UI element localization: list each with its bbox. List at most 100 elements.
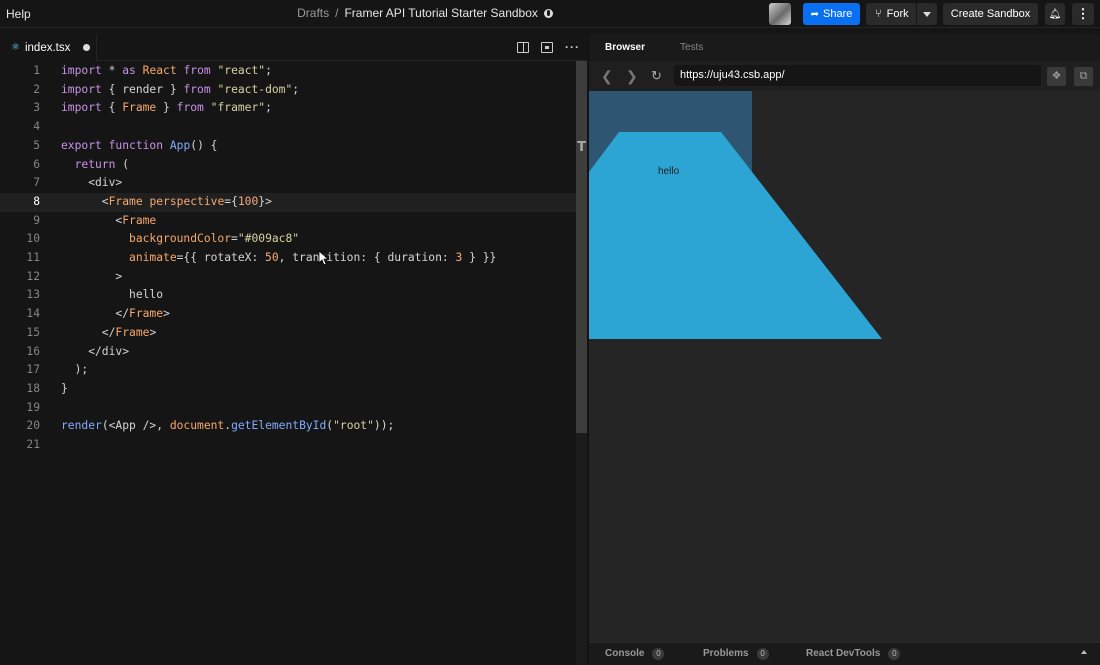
line-number: 8 <box>33 194 40 208</box>
tab-console[interactable]: Console 0 <box>605 648 665 660</box>
code-text: render(<App />, document.getElementById(… <box>61 419 395 433</box>
line-number: 20 <box>26 419 40 433</box>
line-number: 1 <box>33 64 40 77</box>
console-count-badge: 0 <box>652 648 665 660</box>
code-line[interactable]: 6 return ( <box>0 156 587 175</box>
code-line[interactable]: 17 ); <box>0 361 587 380</box>
line-number: 19 <box>26 400 40 414</box>
avatar[interactable] <box>769 3 791 25</box>
code-line[interactable]: 13 hello <box>0 286 587 305</box>
code-line[interactable]: 21 <box>0 436 587 455</box>
panel-tabs: Browser Tests <box>589 34 1100 61</box>
console-label: Console <box>605 648 645 659</box>
code-line[interactable]: 20 render(<App />, document.getElementByI… <box>0 417 587 436</box>
more-horizontal-icon[interactable]: ··· <box>565 40 579 54</box>
share-button[interactable]: ➦ Share <box>803 3 860 25</box>
reload-icon[interactable]: ↻ <box>651 68 662 84</box>
code-area[interactable]: 1 import * as React from "react"; 2 import … <box>0 61 587 665</box>
chevron-down-icon[interactable] <box>923 12 931 17</box>
code-line[interactable]: 1 import * as React from "react"; <box>0 62 587 81</box>
globe-icon <box>543 9 553 18</box>
code-line[interactable]: 9 <Frame <box>0 212 587 231</box>
fork-label: Fork <box>886 8 909 20</box>
code-line[interactable]: 19 <box>0 399 587 418</box>
sandbox-logo-icon[interactable]: ❖ <box>1047 67 1066 86</box>
more-menu-button[interactable]: ⋮ <box>1072 3 1094 25</box>
fork-button[interactable]: ⑂ Fork <box>866 3 937 25</box>
tab-label: index.tsx <box>24 41 71 54</box>
create-sandbox-label: Create Sandbox <box>950 8 1031 20</box>
editor-scroll-thumb[interactable] <box>576 61 587 433</box>
split-view-icon[interactable] <box>517 42 529 53</box>
line-number: 4 <box>33 120 40 134</box>
line-number: 14 <box>26 307 40 321</box>
code-text: import { render } from "react-dom"; <box>61 82 300 96</box>
editor-tab-bar: ⚛ index.tsx ··· <box>0 34 587 61</box>
code-line[interactable]: 16 </div> <box>0 343 587 362</box>
line-number: 7 <box>33 176 40 190</box>
devtools-bar: Console 0 Problems 0 React DevTools 0 <box>589 642 1100 665</box>
code-line[interactable]: 5 export function App() { <box>0 137 587 156</box>
code-line[interactable]: 8 <Frame perspective={100}> <box>0 192 587 212</box>
line-number: 3 <box>33 101 40 115</box>
bell-icon: 🔔︎ <box>1048 8 1062 20</box>
line-number: 15 <box>26 325 40 339</box>
code-text: > <box>61 269 123 283</box>
open-new-window-icon[interactable]: ⧉ <box>1074 67 1093 86</box>
address-bar[interactable]: https://uju43.csb.app/ <box>674 65 1041 86</box>
more-vertical-icon: ⋮ <box>1076 6 1090 21</box>
code-line[interactable]: 4 <box>0 118 587 137</box>
code-text: export function App() { <box>61 138 218 152</box>
code-text: backgroundColor="#009ac8" <box>129 232 300 246</box>
sandbox-title[interactable]: Framer API Tutorial Starter Sandbox <box>344 6 537 20</box>
code-text: return ( <box>74 157 130 171</box>
code-text: </Frame> <box>61 307 170 321</box>
share-label: Share <box>823 8 853 20</box>
code-editor: ⚛ index.tsx ··· 1 import * as React from … <box>0 34 587 665</box>
line-number: 2 <box>33 82 40 96</box>
code-line[interactable]: 2 import { render } from "react-dom"; <box>0 81 587 100</box>
preview-viewport: hello <box>589 91 1100 642</box>
code-line[interactable]: 12 > <box>0 268 587 287</box>
breadcrumb: Drafts / Framer API Tutorial Starter Sandb… <box>0 6 850 20</box>
devtools-count-badge: 0 <box>888 648 901 660</box>
unsaved-dot-icon[interactable] <box>83 44 90 51</box>
line-number: 11 <box>26 251 40 264</box>
text-cursor-icon: T <box>577 140 586 155</box>
create-sandbox-button[interactable]: Create Sandbox <box>943 3 1038 25</box>
breadcrumb-separator: / <box>335 6 339 20</box>
code-line[interactable]: 15 </Frame> <box>0 324 587 343</box>
tab-browser[interactable]: Browser <box>605 42 645 53</box>
code-text: <Frame perspective={100}> <box>61 194 272 208</box>
code-line[interactable]: 11 animate={{ rotateX: 50, transition: {… <box>0 249 587 268</box>
code-line[interactable]: 14 </Frame> <box>0 305 587 324</box>
line-number: 5 <box>33 138 40 152</box>
share-icon: ➦ <box>810 8 820 20</box>
open-preview-icon[interactable] <box>541 42 553 53</box>
code-line[interactable]: 7 <div> <box>0 174 587 193</box>
breadcrumb-drafts[interactable]: Drafts <box>297 6 329 20</box>
chevron-up-icon[interactable] <box>1081 650 1087 654</box>
tab-problems[interactable]: Problems 0 <box>703 648 769 660</box>
editor-tools: ··· <box>517 40 579 54</box>
line-number: 13 <box>26 288 40 302</box>
code-line[interactable]: 18} <box>0 380 587 399</box>
code-text: import { Frame } from "framer"; <box>61 101 272 115</box>
notifications-button[interactable]: 🔔︎ <box>1045 3 1065 25</box>
top-bar: Help Drafts / Framer API Tutorial Starter … <box>0 0 1100 28</box>
forward-icon[interactable]: ❯ <box>626 68 638 85</box>
back-icon[interactable]: ❮ <box>601 68 613 85</box>
tab-react-devtools[interactable]: React DevTools 0 <box>806 648 901 660</box>
line-number: 18 <box>26 381 40 395</box>
code-text: <Frame <box>61 213 157 227</box>
code-text: } <box>61 381 68 395</box>
line-number: 10 <box>26 232 40 246</box>
line-number: 9 <box>33 213 40 227</box>
code-line[interactable]: 3 import { Frame } from "framer"; <box>0 99 587 118</box>
tab-tests[interactable]: Tests <box>680 42 703 53</box>
line-number: 6 <box>33 157 40 171</box>
code-line[interactable]: 10 backgroundColor="#009ac8" <box>0 230 587 249</box>
tab-index-tsx[interactable]: ⚛ index.tsx <box>0 34 97 61</box>
browser-toolbar: ❮ ❯ ↻ https://uju43.csb.app/ ❖ ⧉ <box>589 61 1100 91</box>
line-number: 16 <box>26 344 40 358</box>
